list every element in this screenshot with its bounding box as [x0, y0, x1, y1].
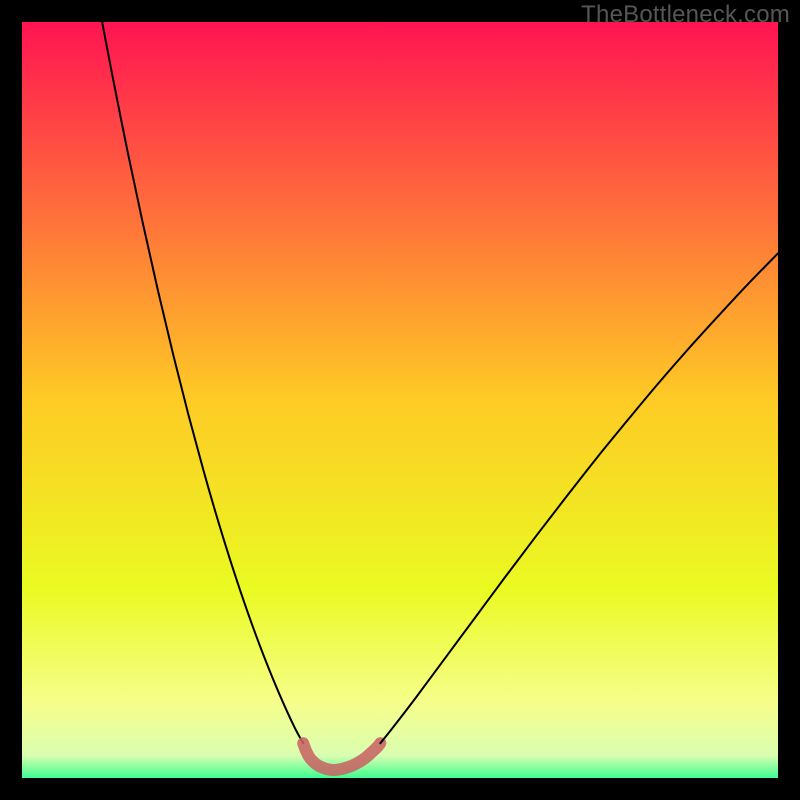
plot-background	[22, 22, 778, 778]
watermark-text: TheBottleneck.com	[581, 1, 790, 29]
chart-plot	[22, 22, 778, 778]
chart-stage: TheBottleneck.com	[0, 0, 800, 800]
